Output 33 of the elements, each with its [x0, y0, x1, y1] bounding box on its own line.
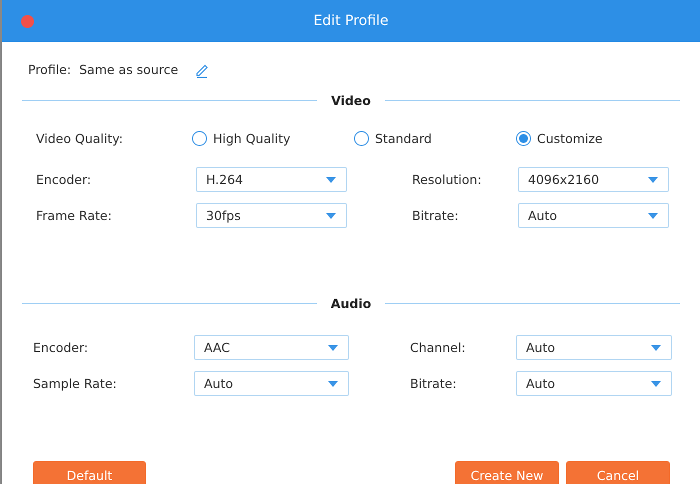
field-label: Bitrate: — [410, 376, 458, 391]
radio-option[interactable]: High Quality — [192, 130, 354, 146]
field-label: Encoder: — [33, 340, 90, 355]
profile-label: Profile: — [28, 62, 72, 77]
field-label: Bitrate: — [412, 208, 460, 223]
caret-icon — [651, 344, 661, 350]
dropdown[interactable]: 30fps — [196, 203, 347, 228]
caret-icon — [328, 380, 338, 386]
caret-icon — [648, 176, 658, 182]
radio-option[interactable]: Standard — [354, 130, 516, 146]
dropdown[interactable]: Auto — [516, 335, 672, 360]
section-heading: Video — [331, 93, 371, 108]
field-label: Video Quality: — [36, 130, 124, 146]
dropdown[interactable]: Auto — [516, 371, 672, 396]
profile-value: Same as source — [79, 62, 178, 77]
caret-icon — [651, 380, 661, 386]
caret-icon — [648, 212, 658, 218]
caret-icon — [326, 176, 336, 182]
window-title: Edit Profile — [313, 13, 389, 29]
field-label: Channel: — [410, 340, 467, 355]
section-heading: Audio — [330, 296, 372, 311]
radio-option[interactable]: Customize — [516, 130, 678, 146]
dropdown[interactable]: H.264 — [196, 167, 347, 192]
caret-icon — [326, 212, 336, 218]
dropdown[interactable]: 4096x2160 — [518, 167, 669, 192]
dropdown[interactable]: Auto — [518, 203, 669, 228]
dropdown[interactable]: AAC — [194, 335, 349, 360]
field-label: Frame Rate: — [36, 208, 113, 223]
field-label: Encoder: — [36, 172, 92, 187]
field-label: Resolution: — [412, 172, 483, 187]
dropdown[interactable]: Auto — [194, 371, 349, 396]
field-label: Sample Rate: — [33, 376, 118, 391]
caret-icon — [328, 344, 338, 350]
